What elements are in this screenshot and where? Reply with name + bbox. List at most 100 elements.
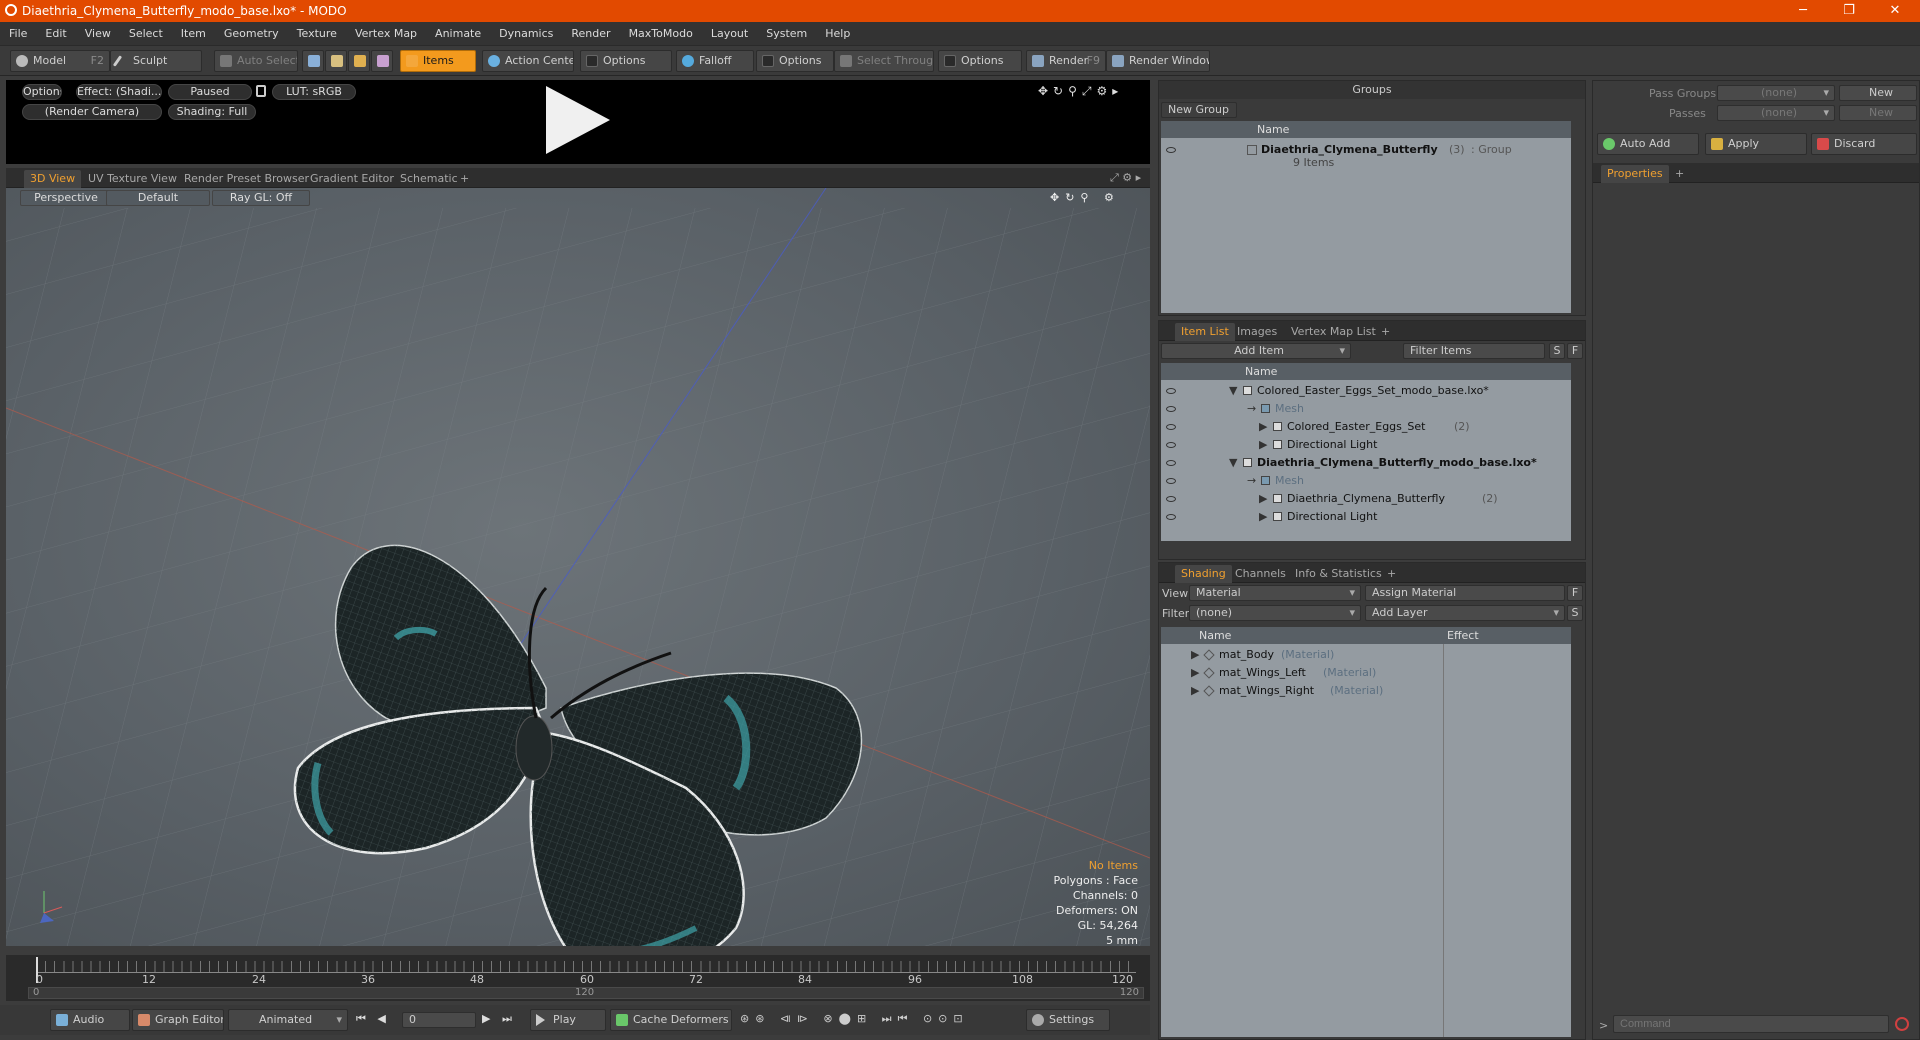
render-camera-dropdown[interactable]: (Render Camera)	[22, 104, 162, 120]
expand-arrow-icon[interactable]: ▶	[1259, 508, 1267, 526]
menu-layout[interactable]: Layout	[702, 22, 757, 46]
tab-channels[interactable]: Channels	[1229, 565, 1292, 583]
paused-button[interactable]: Paused	[168, 84, 252, 100]
menu-edit[interactable]: Edit	[36, 22, 75, 46]
close-button[interactable]: ✕	[1872, 0, 1918, 22]
item-row[interactable]: ▼ Colored_Easter_Eggs_Set_modo_base.lxo*	[1161, 382, 1571, 400]
expand-arrow-icon[interactable]: ▼	[1229, 382, 1237, 400]
shading-dropdown[interactable]: Shading: Full	[168, 104, 256, 120]
expand-arrow-icon[interactable]: ▶	[1191, 664, 1199, 682]
menu-geometry[interactable]: Geometry	[215, 22, 288, 46]
menu-help[interactable]: Help	[816, 22, 859, 46]
cache-deformers-button[interactable]: Cache Deformers	[610, 1009, 732, 1031]
new-pass-group-button[interactable]: New	[1839, 85, 1917, 101]
view-dropdown[interactable]: Material	[1189, 585, 1361, 601]
animated-dropdown[interactable]: Animated	[228, 1009, 348, 1031]
add-shading-tab-button[interactable]: +	[1381, 565, 1402, 583]
materials-mode-button[interactable]	[371, 50, 393, 72]
eye-icon[interactable]	[1166, 478, 1176, 484]
expand-arrow-icon[interactable]: ▶	[1259, 490, 1267, 508]
menu-view[interactable]: View	[76, 22, 120, 46]
menu-dynamics[interactable]: Dynamics	[490, 22, 562, 46]
render-preview[interactable]: Options Effect: (Shadi... Paused LUT: sR…	[6, 80, 1150, 164]
eye-icon[interactable]	[1166, 460, 1176, 466]
expand-arrow-icon[interactable]: ▶	[1191, 646, 1199, 664]
tab-uv-texture-view[interactable]: UV Texture View	[82, 170, 183, 188]
add-layer-dropdown[interactable]: Add Layer	[1365, 605, 1565, 621]
eye-icon[interactable]	[1166, 442, 1176, 448]
action-center-button[interactable]: Action Center	[482, 50, 574, 72]
eye-icon[interactable]	[1166, 496, 1176, 502]
material-row[interactable]: ▶ mat_Wings_Left (Material)	[1161, 664, 1443, 682]
tab-item-list[interactable]: Item List	[1175, 323, 1235, 341]
shading-f-button[interactable]: F	[1567, 585, 1583, 601]
render-button[interactable]: Render F9	[1026, 50, 1106, 72]
audio-button[interactable]: Audio	[50, 1009, 130, 1031]
items-mode-button[interactable]: Items	[400, 50, 476, 72]
auto-select-button[interactable]: Auto Select	[214, 50, 298, 72]
eye-icon[interactable]	[1166, 147, 1176, 153]
skip-back-icons[interactable]: ⏮ ◀	[356, 1012, 390, 1026]
expand-arrow-icon[interactable]: ▶	[1259, 418, 1267, 436]
preview-nav-icons[interactable]: ✥↻⚲⤢⚙▸	[1038, 84, 1123, 99]
graph-editor-button[interactable]: Graph Editor	[132, 1009, 224, 1031]
minimize-button[interactable]: ─	[1780, 0, 1826, 22]
lock-icon[interactable]	[256, 85, 266, 97]
tab-properties[interactable]: Properties	[1601, 165, 1669, 183]
passes-dropdown[interactable]: (none)	[1717, 105, 1835, 121]
model-mode-button[interactable]: Model F2	[10, 50, 110, 72]
groups-list[interactable]: Name Diaethria_Clymena_Butterfly (3) : G…	[1161, 121, 1571, 313]
group-row[interactable]: Diaethria_Clymena_Butterfly (3) : Group …	[1161, 141, 1571, 173]
polygons-mode-button[interactable]	[348, 50, 370, 72]
item-row[interactable]: ▶ Colored_Easter_Eggs_Set (2)	[1161, 418, 1571, 436]
pass-groups-dropdown[interactable]: (none)	[1717, 85, 1835, 101]
tab-3d-view[interactable]: 3D View	[24, 170, 82, 188]
menu-file[interactable]: File	[0, 22, 36, 46]
item-row[interactable]: → Mesh	[1161, 472, 1571, 490]
effect-dropdown[interactable]: Effect: (Shadi...	[76, 84, 162, 100]
view-options-icons[interactable]: ⤢ ⚙ ▸	[1110, 171, 1141, 185]
add-item-dropdown[interactable]: Add Item	[1161, 343, 1351, 359]
edges-mode-button[interactable]	[325, 50, 347, 72]
timeline[interactable]: 0 12 24 36 48 60 72 84 96 108 120 0 120 …	[6, 955, 1150, 1001]
expand-arrow-icon[interactable]: ▶	[1259, 436, 1267, 454]
add-item-tab-button[interactable]: +	[1375, 323, 1396, 341]
tab-images[interactable]: Images	[1231, 323, 1283, 341]
tab-render-preset-browser[interactable]: Render Preset Browser	[178, 170, 315, 188]
material-row[interactable]: ▶ mat_Body (Material)	[1161, 646, 1443, 664]
select-through-button[interactable]: Select Through	[834, 50, 934, 72]
preview-options-button[interactable]: Options	[22, 84, 62, 100]
new-pass-button[interactable]: New	[1839, 105, 1917, 121]
eye-icon[interactable]	[1166, 514, 1176, 520]
skip-forward-icons[interactable]: ▶ ⏭	[482, 1012, 516, 1026]
item-list[interactable]: Name ▼ Colored_Easter_Eggs_Set_modo_base.…	[1161, 363, 1571, 541]
render-window-button[interactable]: Render Window	[1106, 50, 1210, 72]
new-group-button[interactable]: New Group	[1161, 102, 1237, 118]
filter-s-button[interactable]: S	[1549, 343, 1565, 359]
apply-button[interactable]: Apply	[1705, 133, 1807, 155]
menu-system[interactable]: System	[757, 22, 816, 46]
assign-material-button[interactable]: Assign Material	[1365, 585, 1565, 601]
shading-s-button[interactable]: S	[1567, 605, 1583, 621]
item-row[interactable]: → Mesh	[1161, 400, 1571, 418]
add-tab-button[interactable]: +	[454, 170, 475, 188]
menu-item[interactable]: Item	[172, 22, 215, 46]
discard-button[interactable]: Discard	[1811, 133, 1917, 155]
filter-items-input[interactable]: Filter Items	[1403, 343, 1545, 359]
tab-info-statistics[interactable]: Info & Statistics	[1289, 565, 1388, 583]
eye-icon[interactable]	[1166, 424, 1176, 430]
menu-maxtomodo[interactable]: MaxToModo	[620, 22, 702, 46]
menu-select[interactable]: Select	[120, 22, 172, 46]
expand-arrow-icon[interactable]: ▼	[1229, 454, 1237, 472]
add-properties-tab-button[interactable]: +	[1669, 165, 1690, 183]
menu-vertex-map[interactable]: Vertex Map	[346, 22, 426, 46]
play-button[interactable]: Play	[530, 1009, 606, 1031]
tab-gradient-editor[interactable]: Gradient Editor	[304, 170, 400, 188]
item-row[interactable]: ▶ Diaethria_Clymena_Butterfly (2)	[1161, 490, 1571, 508]
timeline-ruler[interactable]	[36, 961, 1136, 973]
eye-icon[interactable]	[1166, 406, 1176, 412]
auto-add-button[interactable]: Auto Add	[1597, 133, 1699, 155]
settings-button[interactable]: Settings	[1026, 1009, 1110, 1031]
3d-viewport[interactable]: Perspective Default Ray GL: Off ✥↻⚲ ⚙ No…	[6, 188, 1150, 946]
item-row[interactable]: ▼ Diaethria_Clymena_Butterfly_modo_base.l…	[1161, 454, 1571, 472]
